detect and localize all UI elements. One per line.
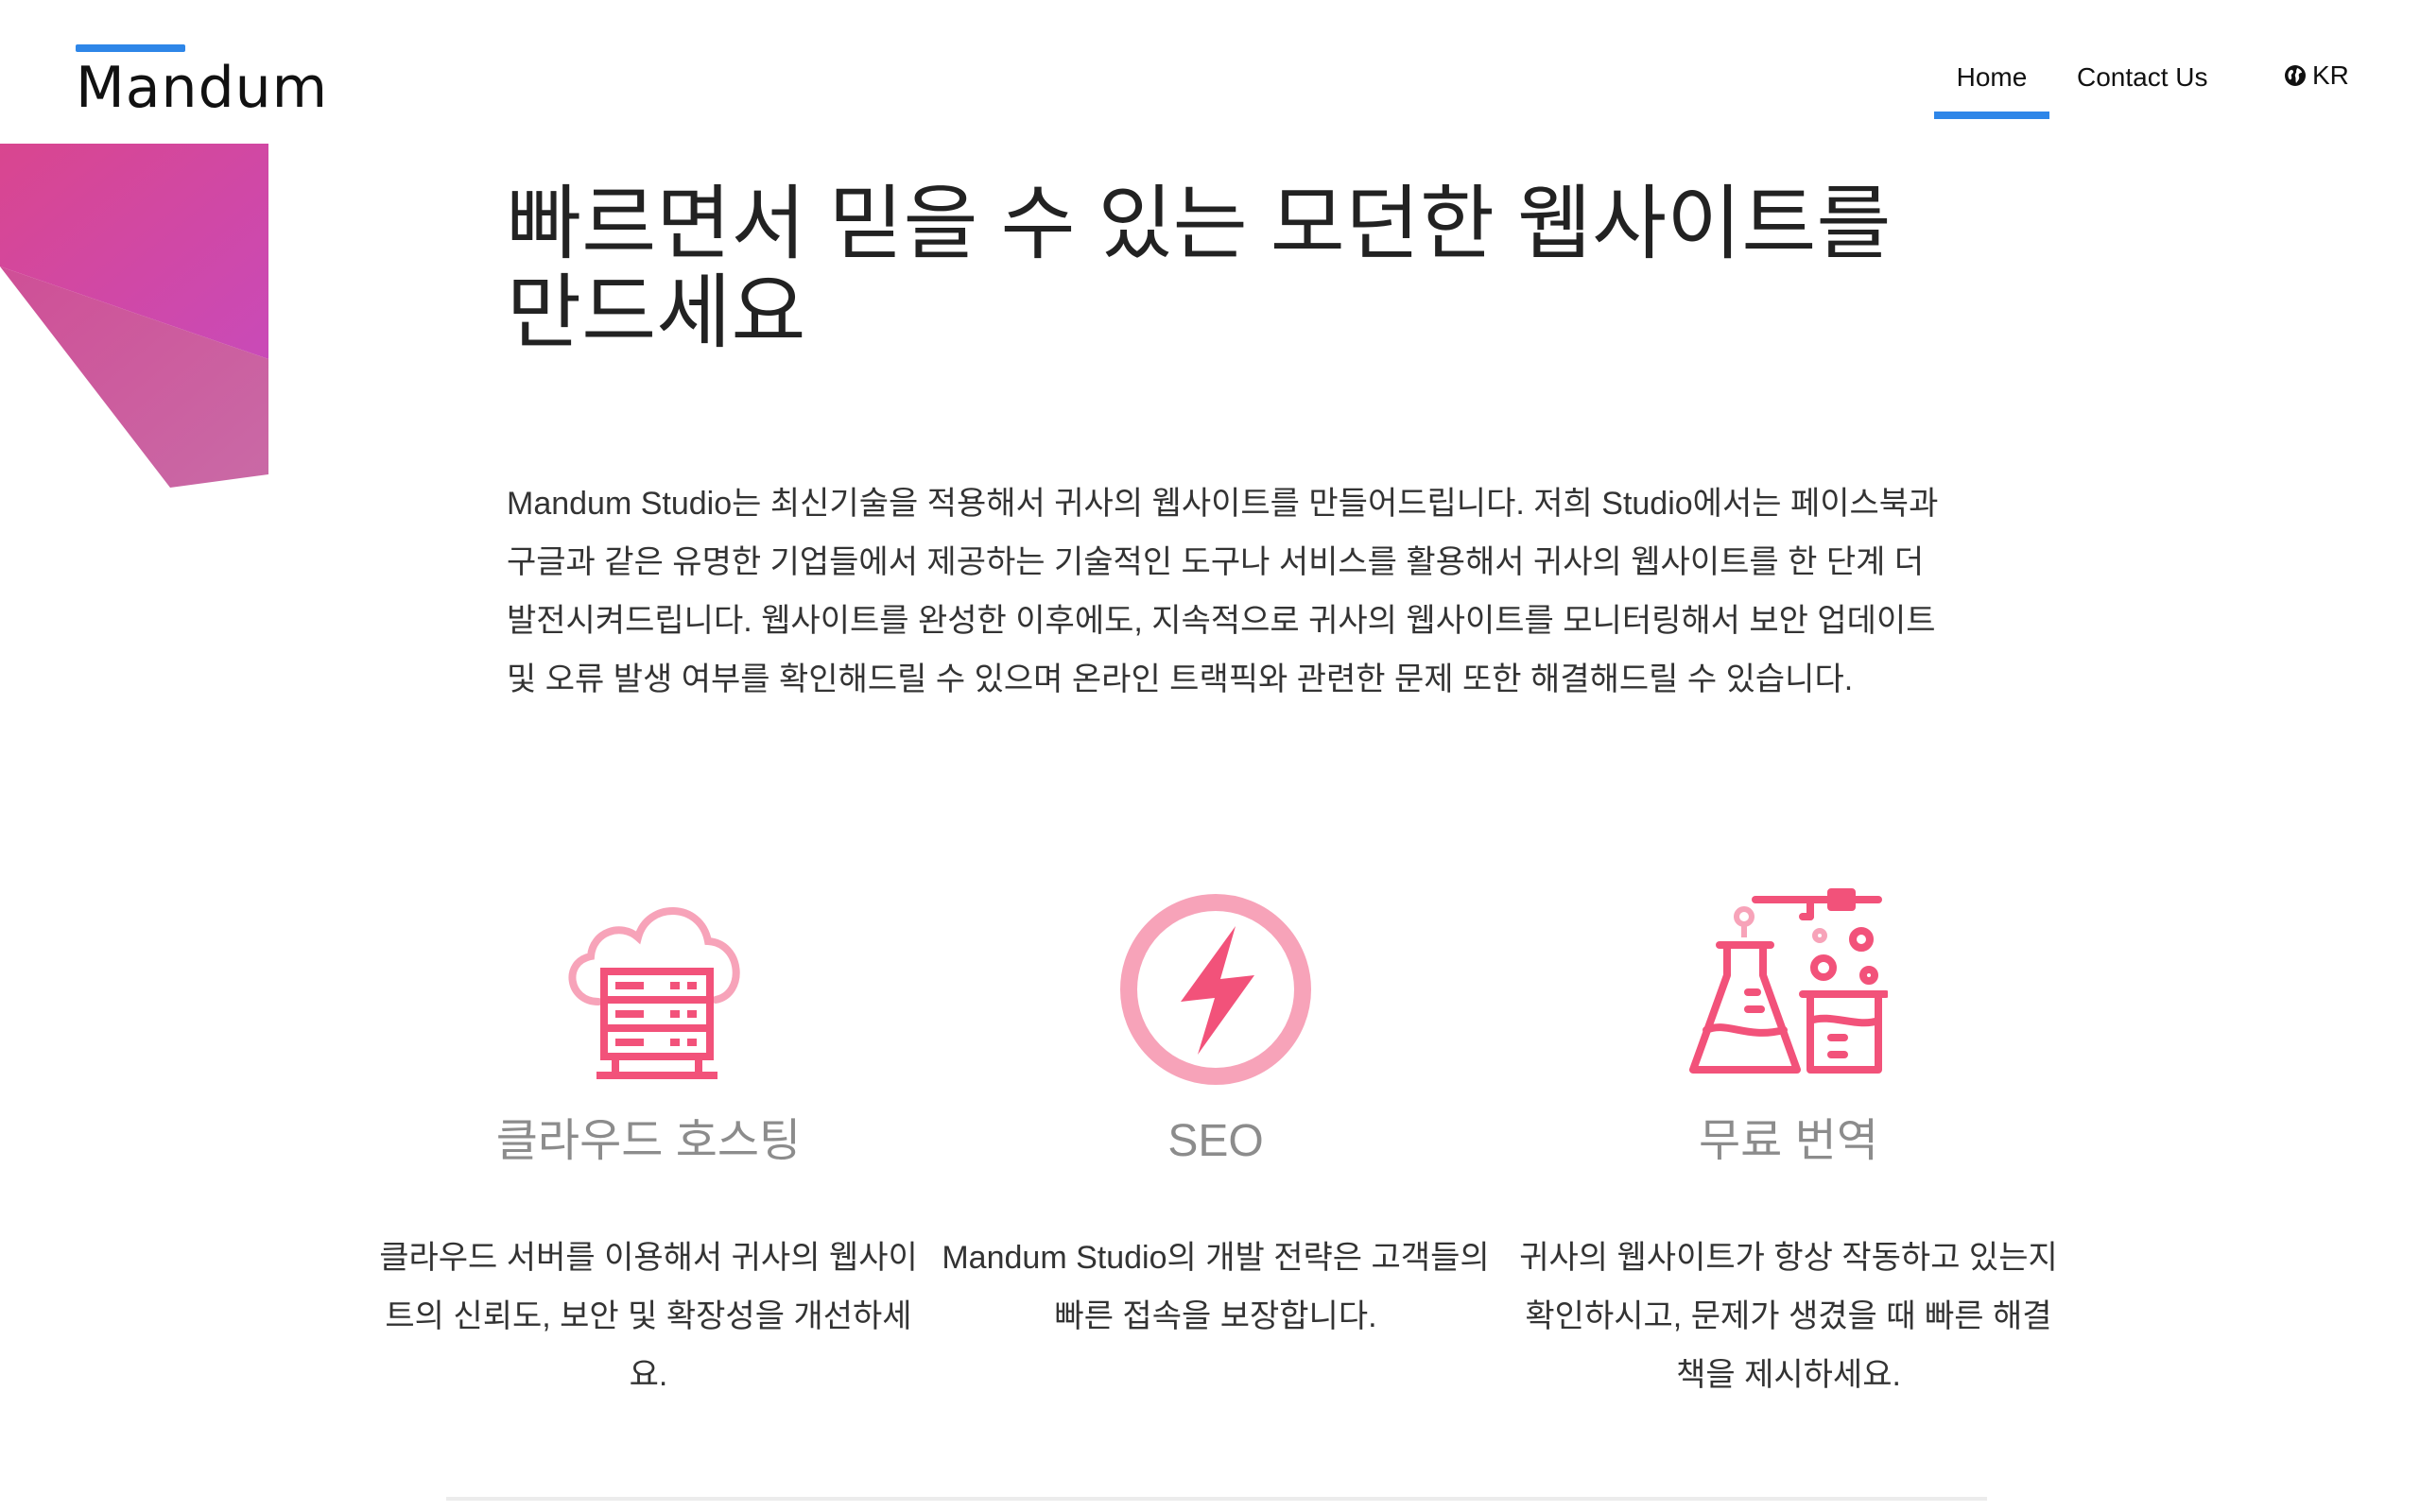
lab-flask-icon: [1689, 888, 1888, 1074]
nav-active-underline: [1934, 112, 2049, 119]
hero-description: Mandum Studio는 최신기술을 적용해서 귀사의 웹사이트를 만들어드…: [507, 486, 1939, 697]
globe-icon: [2285, 65, 2306, 86]
decorative-pink-shape: [0, 144, 268, 488]
feature-cloud-hosting: 클라우드 호스팅 클라우드 서버를 이용해서 귀사의 웹사이트의 신뢰도, 보안…: [374, 879, 923, 1404]
feature-description: 귀사의 웹사이트가 항상 작동하고 있는지 확인하시고, 문제가 생겼을 때 빠…: [1519, 1240, 2058, 1393]
nav-contact-link[interactable]: Contact Us: [2077, 62, 2208, 93]
nav-home-link[interactable]: Home: [1934, 62, 2049, 119]
feature-description: Mandum Studio의 개발 전략은 고객들의 빠른 접속을 보장합니다.: [942, 1240, 1490, 1334]
feature-title: 무료 번역: [1699, 1116, 1878, 1166]
cloud-server-icon: [568, 907, 740, 1079]
section-divider: [446, 1497, 1987, 1501]
feature-icon-wrap: [1514, 879, 2063, 1087]
nav-home-label: Home: [1956, 62, 2028, 92]
page: Mandum Home Contact Us KR 빠르면서 믿을 수 있는 모…: [0, 0, 2420, 1512]
feature-title: SEO: [1167, 1116, 1264, 1166]
feature-icon-wrap: [374, 879, 923, 1087]
lightning-bolt-icon: [1120, 894, 1311, 1085]
hero-title: 빠르면서 믿을 수 있는 모던한 웹사이트를 만드세요: [507, 179, 1892, 358]
language-switcher[interactable]: KR: [2284, 60, 2349, 91]
feature-free-translation: 무료 번역 귀사의 웹사이트가 항상 작동하고 있는지 확인하시고, 문제가 생…: [1514, 879, 2063, 1404]
feature-description: 클라우드 서버를 이용해서 귀사의 웹사이트의 신뢰도, 보안 및 확장성을 개…: [379, 1240, 918, 1393]
feature-seo: SEO Mandum Studio의 개발 전략은 고객들의 빠른 접속을 보장…: [942, 879, 1490, 1346]
logo[interactable]: Mandum: [76, 44, 328, 118]
logo-accent-bar: [76, 44, 185, 52]
feature-title: 클라우드 호스팅: [495, 1116, 802, 1166]
feature-icon-wrap: [942, 879, 1490, 1087]
language-label: KR: [2312, 60, 2349, 90]
logo-text: Mandum: [76, 55, 329, 121]
